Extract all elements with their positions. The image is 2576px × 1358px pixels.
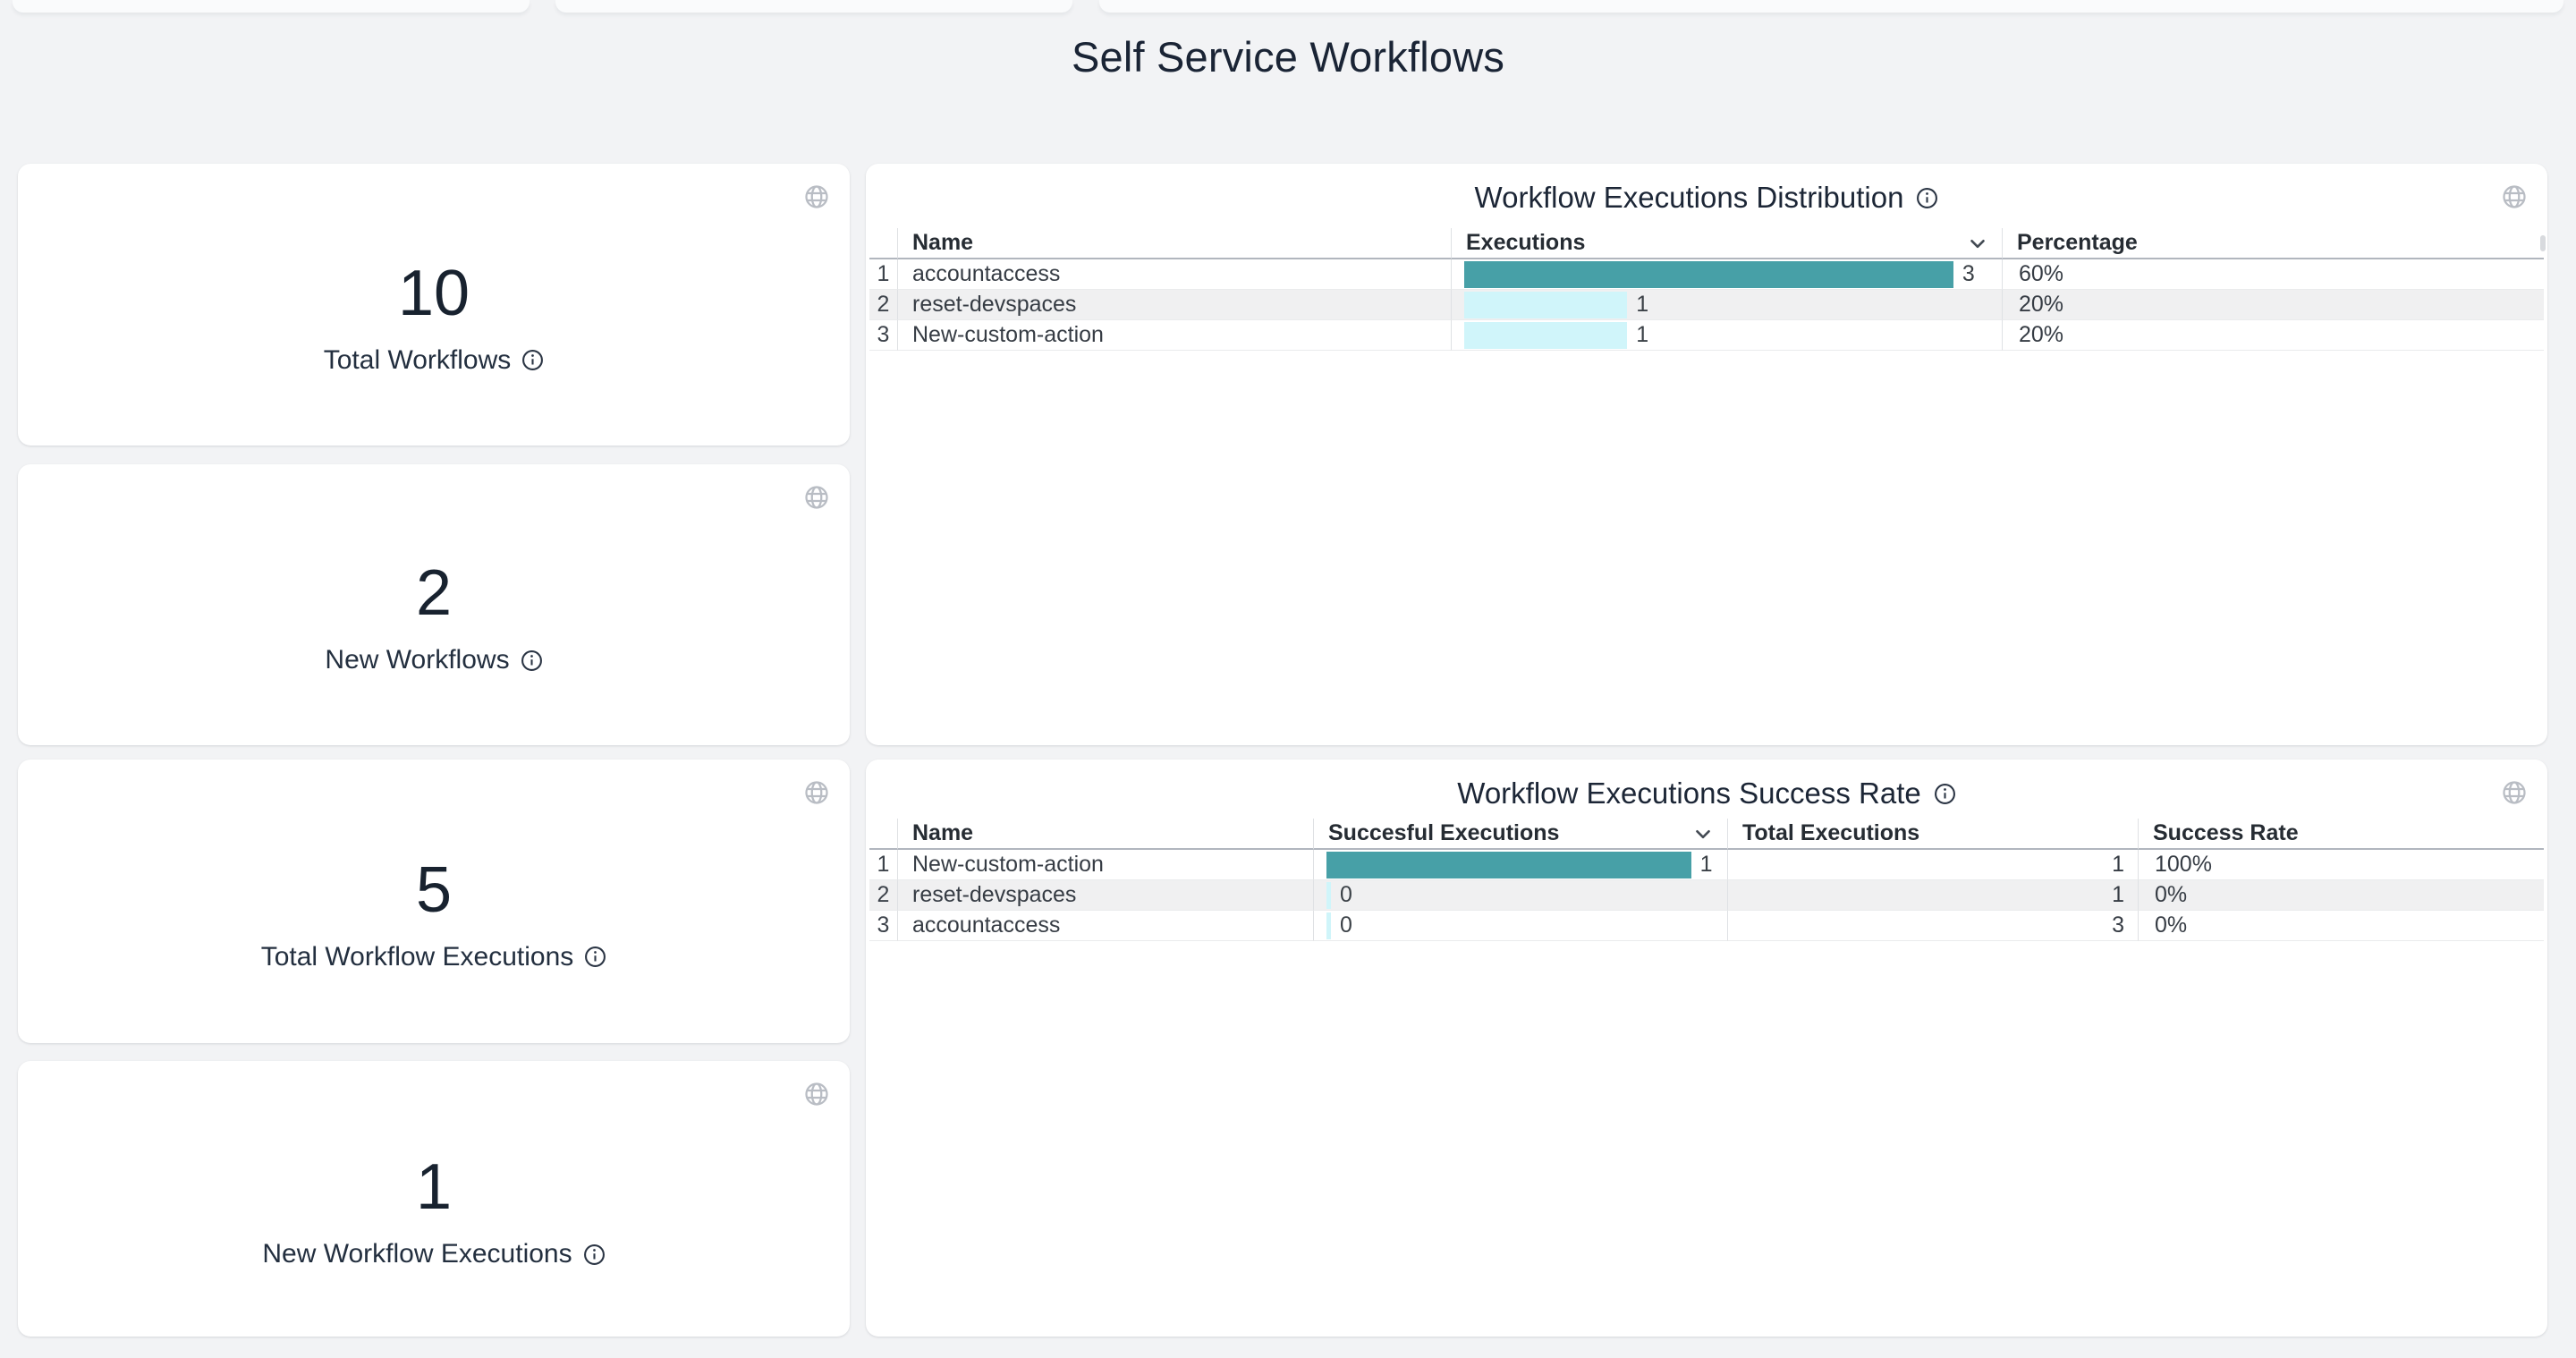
panel-workflow-executions-success-rate: Workflow Executions Success Rate NameSuc… (866, 760, 2547, 1337)
bar-value-label: 0 (1340, 911, 1352, 940)
name-cell: reset-devspaces (897, 290, 1451, 320)
stat-label: New Workflows (325, 645, 509, 675)
info-icon[interactable] (521, 349, 544, 371)
info-icon[interactable] (521, 649, 543, 672)
column-header-succesful-executions[interactable]: Succesful Executions (1313, 819, 1727, 850)
name-cell: accountaccess (897, 911, 1313, 941)
total-executions-cell: 1 (1727, 880, 2138, 911)
table-scrollbar[interactable] (2540, 235, 2546, 251)
bar-value-label: 1 (1700, 850, 1713, 879)
value-bar (1326, 912, 1331, 939)
panel-workflow-executions-distribution: Workflow Executions Distribution NameExe… (866, 164, 2547, 745)
row-index-cell: 1 (869, 850, 897, 880)
value-bar (1326, 852, 1691, 878)
row-index-cell: 1 (869, 259, 897, 290)
column-header-percentage[interactable]: Percentage (2002, 228, 2544, 259)
stat-card-new-workflow-executions: 1 New Workflow Executions (18, 1061, 850, 1337)
dashboard-page: Self Service Workflows 10 Total Workflow… (0, 0, 2576, 1358)
row-index-cell: 3 (869, 911, 897, 941)
stat-card-total-workflows: 10 Total Workflows (18, 164, 850, 446)
value-bar (1326, 882, 1331, 909)
successful-executions-bar-cell: 1 (1313, 850, 1727, 880)
executions-success-rate-table: NameSuccesful ExecutionsTotal Executions… (869, 819, 2544, 941)
stat-label: Total Workflows (324, 345, 512, 376)
top-partial-card (555, 0, 1072, 13)
globe-icon[interactable] (803, 183, 830, 210)
column-header-success-rate[interactable]: Success Rate (2138, 819, 2544, 850)
percentage-cell: 60% (2002, 259, 2544, 290)
successful-executions-bar-cell: 0 (1313, 880, 1727, 911)
info-icon[interactable] (1916, 187, 1938, 209)
percentage-cell: 20% (2002, 320, 2544, 351)
globe-icon[interactable] (803, 484, 830, 511)
bar-value-label: 0 (1340, 880, 1352, 910)
stat-card-total-workflow-executions: 5 Total Workflow Executions (18, 760, 850, 1043)
total-executions-cell: 3 (1727, 911, 2138, 941)
panel-title: Workflow Executions Distribution (1475, 181, 1904, 215)
success-rate-cell: 100% (2138, 850, 2544, 880)
stat-value: 10 (398, 258, 470, 329)
chevron-down-icon[interactable] (1966, 232, 1989, 255)
success-rate-cell: 0% (2138, 911, 2544, 941)
chevron-down-icon[interactable] (1691, 822, 1715, 845)
name-cell: reset-devspaces (897, 880, 1313, 911)
info-icon[interactable] (1934, 783, 1956, 805)
column-header-name[interactable]: Name (897, 228, 1451, 259)
stat-value: 2 (416, 557, 452, 629)
column-header-name[interactable]: Name (897, 819, 1313, 850)
stat-label: Total Workflow Executions (261, 942, 574, 972)
bar-value-label: 1 (1636, 320, 1648, 350)
info-icon[interactable] (583, 1243, 606, 1266)
globe-icon[interactable] (803, 1081, 830, 1108)
row-index-cell: 3 (869, 320, 897, 351)
executions-bar-cell: 1 (1451, 320, 2002, 351)
value-bar (1464, 292, 1627, 318)
bar-value-label: 1 (1636, 290, 1648, 319)
stat-value: 1 (416, 1151, 452, 1223)
name-cell: accountaccess (897, 259, 1451, 290)
success-rate-cell: 0% (2138, 880, 2544, 911)
row-index-header (869, 228, 897, 259)
bar-value-label: 3 (1962, 259, 1975, 289)
value-bar (1464, 261, 1953, 288)
executions-bar-cell: 3 (1451, 259, 2002, 290)
row-index-cell: 2 (869, 880, 897, 911)
panel-title: Workflow Executions Success Rate (1457, 777, 1920, 811)
stat-value: 5 (416, 854, 452, 926)
name-cell: New-custom-action (897, 320, 1451, 351)
page-title: Self Service Workflows (0, 32, 2576, 81)
executions-distribution-table: NameExecutionsPercentage1accountaccess36… (869, 228, 2544, 351)
successful-executions-bar-cell: 0 (1313, 911, 1727, 941)
top-partial-card (1099, 0, 2563, 13)
stat-label: New Workflow Executions (262, 1239, 572, 1269)
percentage-cell: 20% (2002, 290, 2544, 320)
name-cell: New-custom-action (897, 850, 1313, 880)
value-bar (1464, 322, 1627, 349)
top-partial-card (13, 0, 530, 13)
row-index-cell: 2 (869, 290, 897, 320)
executions-bar-cell: 1 (1451, 290, 2002, 320)
info-icon[interactable] (584, 946, 606, 968)
globe-icon[interactable] (803, 779, 830, 806)
total-executions-cell: 1 (1727, 850, 2138, 880)
column-header-total-executions[interactable]: Total Executions (1727, 819, 2138, 850)
row-index-header (869, 819, 897, 850)
stat-card-new-workflows: 2 New Workflows (18, 464, 850, 745)
column-header-executions[interactable]: Executions (1451, 228, 2002, 259)
